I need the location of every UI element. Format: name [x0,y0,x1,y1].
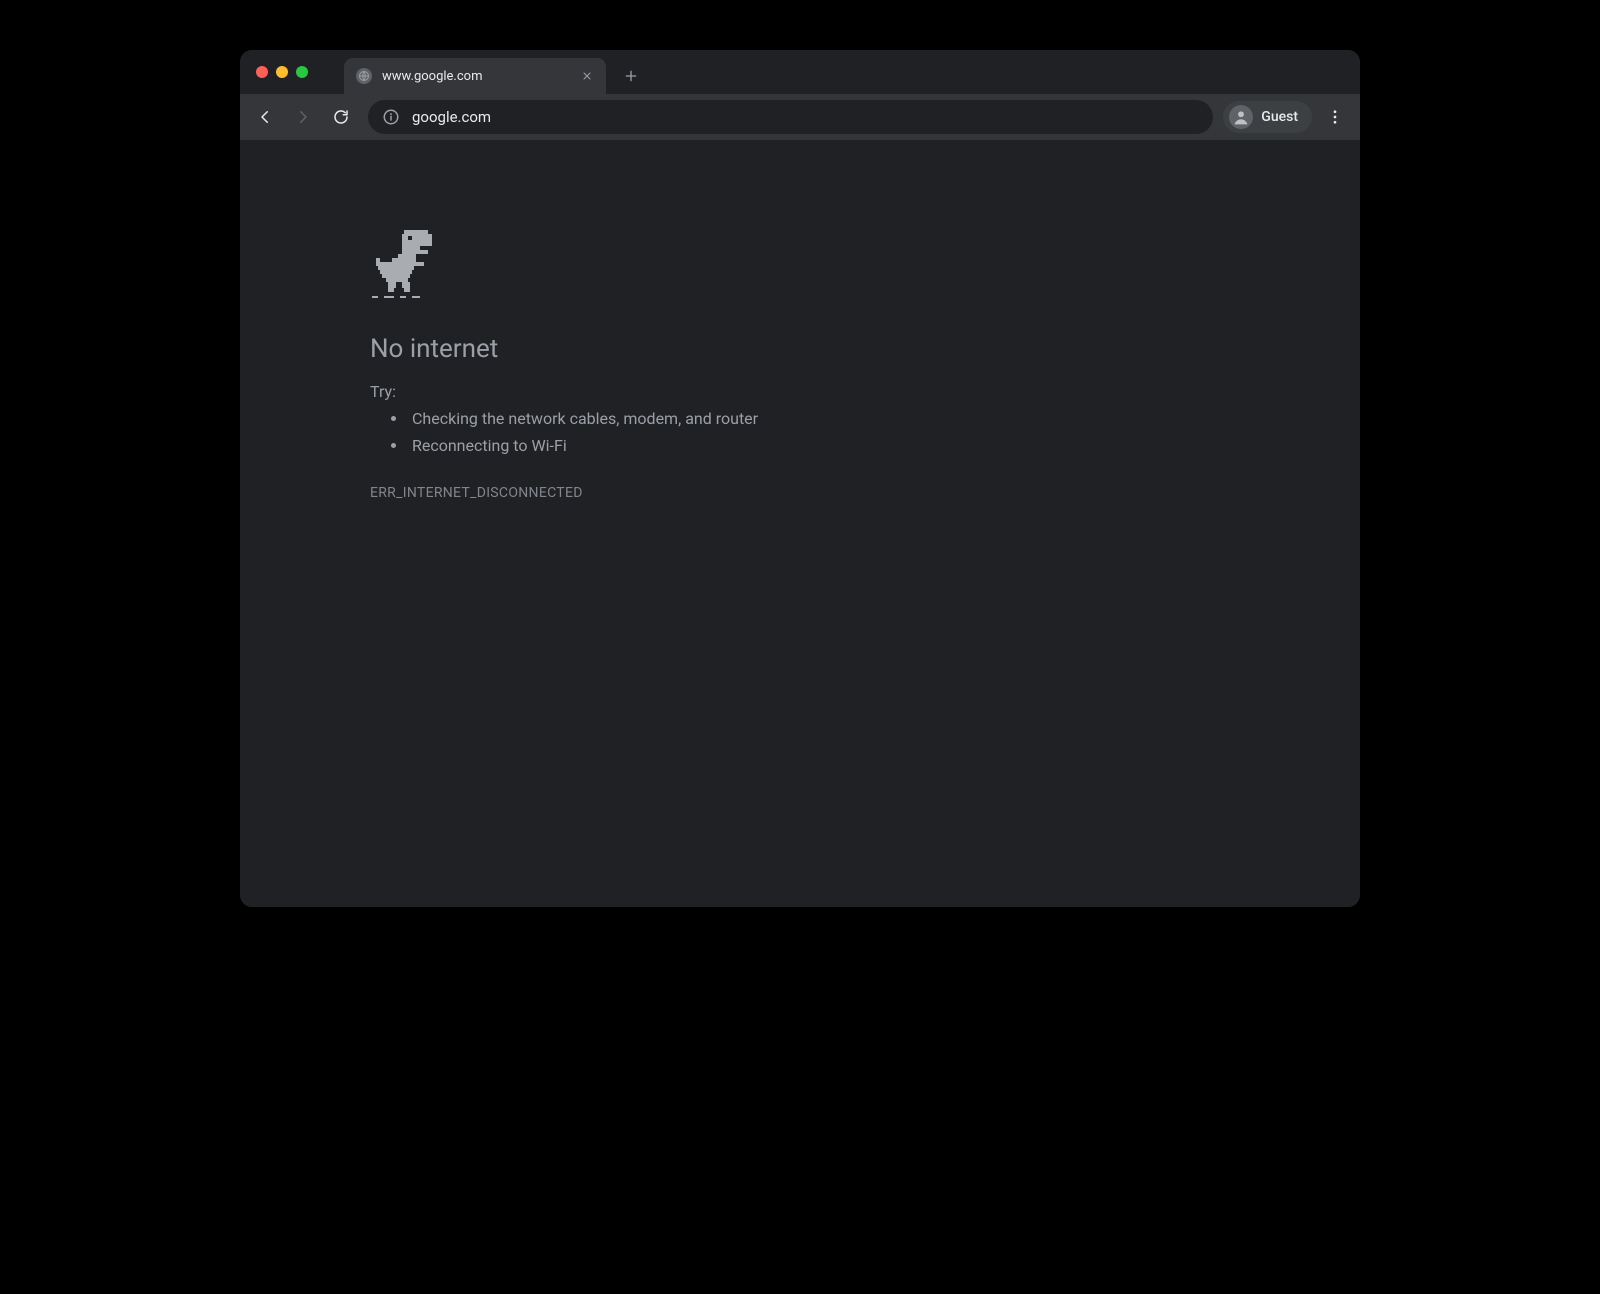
tips-list: Checking the network cables, modem, and … [370,405,758,459]
globe-icon [356,68,372,84]
reload-button[interactable] [324,100,358,134]
window-minimize-button[interactable] [276,66,288,78]
window-maximize-button[interactable] [296,66,308,78]
person-icon [1229,105,1253,129]
new-tab-button[interactable] [616,61,646,91]
error-title: No internet [370,334,758,364]
offline-error-page: No internet Try: Checking the network ca… [370,230,758,907]
profile-button[interactable]: Guest [1223,101,1312,133]
browser-window: www.google.com google.com [240,50,1360,907]
tab-title: www.google.com [382,69,568,84]
tab-strip: www.google.com [240,50,1360,94]
tab-active[interactable]: www.google.com [344,58,606,94]
dinosaur-icon[interactable] [370,230,434,300]
tip-item: Checking the network cables, modem, and … [408,405,758,432]
error-code: ERR_INTERNET_DISCONNECTED [370,485,758,501]
site-info-icon[interactable] [382,108,400,126]
toolbar: google.com Guest [240,94,1360,140]
tip-item: Reconnecting to Wi-Fi [408,432,758,459]
back-button[interactable] [248,100,282,134]
window-controls [256,66,308,78]
chrome-menu-button[interactable] [1318,100,1352,134]
address-bar[interactable]: google.com [368,100,1213,134]
tab-close-button[interactable] [578,67,596,85]
window-close-button[interactable] [256,66,268,78]
address-bar-url: google.com [412,108,491,126]
page-content: No internet Try: Checking the network ca… [240,140,1360,907]
forward-button[interactable] [286,100,320,134]
try-label: Try: [370,382,758,401]
profile-label: Guest [1261,109,1298,125]
